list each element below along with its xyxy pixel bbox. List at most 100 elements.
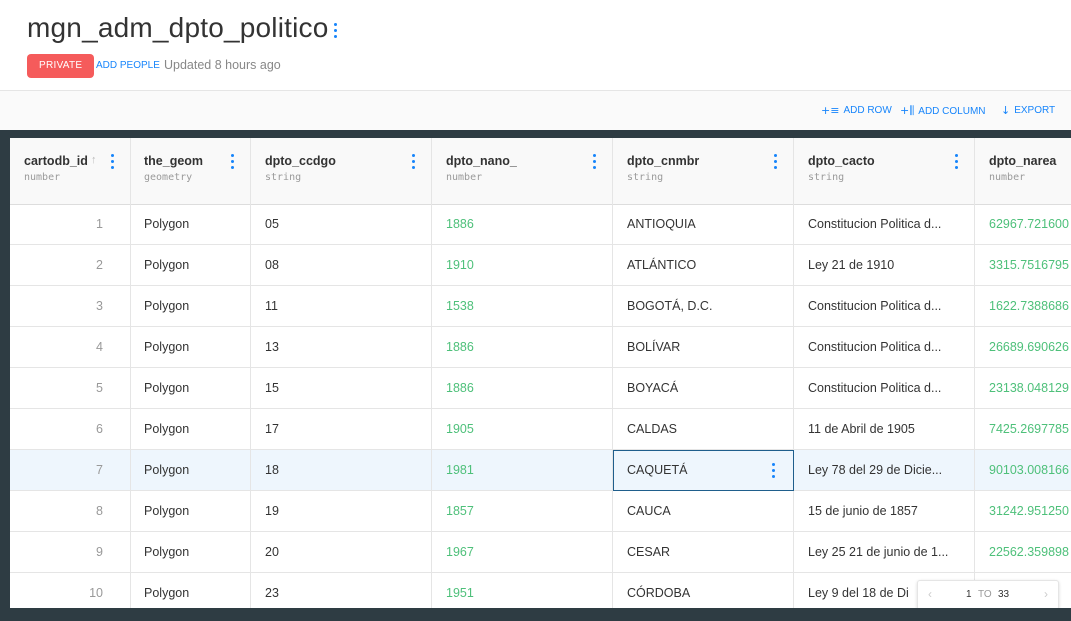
table-cell-dpto_nano_[interactable]: 1538 [432, 286, 613, 327]
privacy-badge[interactable]: PRIVATE [27, 54, 95, 78]
table-cell-cartodb_id[interactable]: 5 [10, 368, 131, 409]
table-cell-dpto_cacto[interactable]: Ley 21 de 1910 [794, 245, 975, 286]
table-cell-dpto_nano_[interactable]: 1886 [432, 204, 613, 245]
column-header-dpto_ccdgo[interactable]: dpto_ccdgo string [251, 138, 432, 204]
table-cell-dpto_narea[interactable]: 31242.951250 [975, 491, 1071, 532]
column-header-dpto_cnmbr[interactable]: dpto_cnmbr string [613, 138, 794, 204]
table-cell-dpto_nano_[interactable]: 1905 [432, 409, 613, 450]
table-cell-the_geom[interactable]: Polygon [130, 491, 251, 532]
table-cell-dpto_cacto[interactable]: 11 de Abril de 1905 [794, 409, 975, 450]
column-options-menu-icon[interactable] [108, 153, 116, 169]
table-cell-the_geom[interactable]: Polygon [130, 532, 251, 573]
table-cell-dpto_nano_[interactable]: 1886 [432, 368, 613, 409]
table-cell-dpto_narea[interactable]: 26689.690626 [975, 327, 1071, 368]
table-cell-dpto_cnmbr[interactable]: BOGOTÁ, D.C. [613, 286, 794, 327]
table-cell-dpto_cacto[interactable]: 15 de junio de 1857 [794, 491, 975, 532]
column-header-dpto_nano_[interactable]: dpto_nano_ number [432, 138, 613, 204]
table-cell-dpto_cacto[interactable]: Ley 78 del 29 de Dicie... [794, 450, 975, 491]
dataset-title[interactable]: mgn_adm_dpto_politico [27, 12, 329, 44]
table-row[interactable]: 8 Polygon 19 1857 CAUCA 15 de junio de 1857 31… [10, 491, 1071, 532]
table-cell-dpto_nano_[interactable]: 1951 [432, 573, 613, 608]
dataset-options-menu-icon[interactable] [326, 20, 344, 40]
table-cell-the_geom[interactable]: Polygon [130, 409, 251, 450]
table-cell-cartodb_id[interactable]: 3 [10, 286, 131, 327]
column-options-menu-icon[interactable] [771, 153, 779, 169]
table-cell-dpto_cnmbr[interactable]: CAUCA [613, 491, 794, 532]
table-cell-dpto_nano_[interactable]: 1967 [432, 532, 613, 573]
table-cell-dpto_cnmbr[interactable]: ANTIOQUIA [613, 204, 794, 245]
table-cell-the_geom[interactable]: Polygon [130, 204, 251, 245]
sort-ascending-icon[interactable]: ↑ [91, 154, 97, 166]
column-options-menu-icon[interactable] [590, 153, 598, 169]
table-cell-dpto_cnmbr[interactable]: ATLÁNTICO [613, 245, 794, 286]
table-cell-dpto_cacto[interactable]: Ley 25 21 de junio de 1... [794, 532, 975, 573]
table-cell-dpto_ccdgo[interactable]: 20 [251, 532, 432, 573]
table-cell-dpto_ccdgo[interactable]: 05 [251, 204, 432, 245]
table-cell-dpto_ccdgo[interactable]: 23 [251, 573, 432, 608]
table-cell-the_geom[interactable]: Polygon [130, 245, 251, 286]
table-row[interactable]: 10 Polygon 23 1951 CÓRDOBA Ley 9 del 18 de Di… [10, 573, 1071, 608]
table-cell-cartodb_id[interactable]: 9 [10, 532, 131, 573]
table-cell-dpto_cnmbr[interactable]: CÓRDOBA [613, 573, 794, 608]
table-cell-dpto_narea[interactable]: 62967.721600 [975, 204, 1071, 245]
table-row[interactable]: 5 Polygon 15 1886 BOYACÁ Constitucion Politic… [10, 368, 1071, 409]
table-cell-dpto_narea[interactable]: 90103.008166 [975, 450, 1071, 491]
table-cell-dpto_ccdgo[interactable]: 08 [251, 245, 432, 286]
table-cell-dpto_narea[interactable]: 7425.2697785 [975, 409, 1071, 450]
table-cell-dpto_ccdgo[interactable]: 18 [251, 450, 432, 491]
column-header-cartodb_id[interactable]: cartodb_id number ↑ [10, 138, 131, 204]
table-cell-dpto_ccdgo[interactable]: 19 [251, 491, 432, 532]
table-cell-dpto_nano_[interactable]: 1981 [432, 450, 613, 491]
table-cell-cartodb_id[interactable]: 8 [10, 491, 131, 532]
column-options-menu-icon[interactable] [952, 153, 960, 169]
table-cell-dpto_ccdgo[interactable]: 15 [251, 368, 432, 409]
table-cell-dpto_ccdgo[interactable]: 13 [251, 327, 432, 368]
column-header-dpto_cacto[interactable]: dpto_cacto string [794, 138, 975, 204]
add-people-link[interactable]: ADD PEOPLE [96, 60, 160, 71]
previous-page-icon[interactable]: ‹ [928, 587, 932, 601]
table-cell-the_geom[interactable]: Polygon [130, 450, 251, 491]
table-cell-the_geom[interactable]: Polygon [130, 573, 251, 608]
table-row[interactable]: 3 Polygon 11 1538 BOGOTÁ, D.C. Constitucion P… [10, 286, 1071, 327]
table-cell-dpto_nano_[interactable]: 1886 [432, 327, 613, 368]
table-row[interactable]: 7 Polygon 18 1981 CAQUETÁ Ley 78 del 29 de Di… [10, 450, 1071, 491]
table-cell-dpto_nano_[interactable]: 1857 [432, 491, 613, 532]
table-row[interactable]: 1 Polygon 05 1886 ANTIOQUIA Constitucion Poli… [10, 204, 1071, 245]
table-cell-cartodb_id[interactable]: 6 [10, 409, 131, 450]
table-row[interactable]: 2 Polygon 08 1910 ATLÁNTICO Ley 21 de 1910 331… [10, 245, 1071, 286]
table-cell-dpto_nano_[interactable]: 1910 [432, 245, 613, 286]
table-cell-dpto_ccdgo[interactable]: 17 [251, 409, 432, 450]
table-cell-dpto_cacto[interactable]: Constitucion Politica d... [794, 204, 975, 245]
table-cell-the_geom[interactable]: Polygon [130, 368, 251, 409]
table-row[interactable]: 4 Polygon 13 1886 BOLÍVAR Constitucion Politi… [10, 327, 1071, 368]
table-cell-the_geom[interactable]: Polygon [130, 286, 251, 327]
table-cell-dpto_narea[interactable]: 3315.7516795 [975, 245, 1071, 286]
add-row-button[interactable]: +≡ ADD ROW [821, 104, 892, 117]
table-cell-the_geom[interactable]: Polygon [130, 327, 251, 368]
next-page-icon[interactable]: › [1044, 587, 1048, 601]
column-options-menu-icon[interactable] [228, 153, 236, 169]
table-cell-dpto_narea[interactable]: 1622.7388686 [975, 286, 1071, 327]
table-cell-cartodb_id[interactable]: 7 [10, 450, 131, 491]
page-from[interactable]: 1 [966, 589, 972, 600]
table-cell-dpto_narea[interactable]: 23138.048129 [975, 368, 1071, 409]
table-row[interactable]: 9 Polygon 20 1967 CESAR Ley 25 21 de junio de… [10, 532, 1071, 573]
table-cell-dpto_cacto[interactable]: Constitucion Politica d... [794, 327, 975, 368]
table-cell-cartodb_id[interactable]: 4 [10, 327, 131, 368]
table-cell-dpto_cnmbr[interactable]: CESAR [613, 532, 794, 573]
table-cell-dpto_cacto[interactable]: Constitucion Politica d... [794, 286, 975, 327]
table-cell-dpto_ccdgo[interactable]: 11 [251, 286, 432, 327]
table-cell-cartodb_id[interactable]: 10 [10, 573, 131, 608]
column-options-menu-icon[interactable] [409, 153, 417, 169]
table-cell-cartodb_id[interactable]: 2 [10, 245, 131, 286]
table-cell-dpto_narea[interactable]: 22562.359898 [975, 532, 1071, 573]
table-cell-dpto_cnmbr[interactable]: CAQUETÁ [613, 450, 794, 491]
table-cell-dpto_cnmbr[interactable]: BOLÍVAR [613, 327, 794, 368]
add-column-button[interactable]: +⫼ ADD COLUMN [900, 104, 986, 118]
export-button[interactable]: ↓ EXPORT [1001, 104, 1055, 117]
table-cell-dpto_cnmbr[interactable]: CALDAS [613, 409, 794, 450]
table-row[interactable]: 6 Polygon 17 1905 CALDAS 11 de Abril de 1905 7… [10, 409, 1071, 450]
table-cell-dpto_cnmbr[interactable]: BOYACÁ [613, 368, 794, 409]
table-cell-dpto_cacto[interactable]: Constitucion Politica d... [794, 368, 975, 409]
column-header-dpto_narea[interactable]: dpto_narea number [975, 138, 1071, 204]
